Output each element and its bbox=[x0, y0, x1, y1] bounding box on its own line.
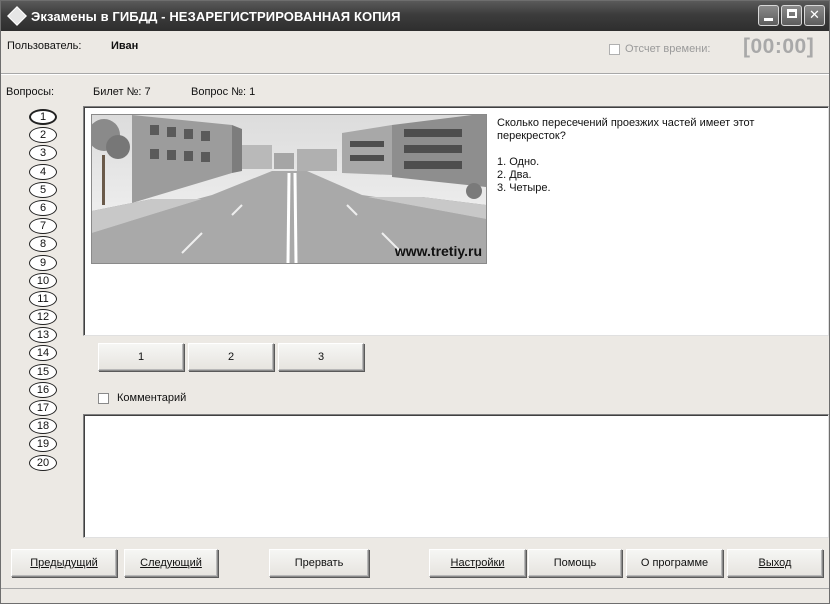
about-button-label: О программе bbox=[640, 557, 709, 569]
question-number-list: 1 2 3 4 5 6 7 8 9 10 11 12 13 14 15 16 17 18 19 20 bbox=[29, 109, 63, 473]
settings-button[interactable]: Настройки bbox=[429, 549, 526, 577]
question-number-button[interactable]: 13 bbox=[29, 327, 57, 344]
answer-button-1[interactable]: 1 bbox=[98, 343, 184, 371]
minimize-icon bbox=[764, 18, 773, 21]
help-button-label: Помощь bbox=[553, 557, 597, 569]
comment-panel bbox=[83, 414, 829, 538]
ticket-number: Билет №: 7 bbox=[93, 86, 151, 98]
maximize-icon bbox=[786, 9, 797, 18]
app-diamond-icon bbox=[7, 6, 27, 26]
question-number-button[interactable]: 4 bbox=[29, 163, 57, 180]
answer-option: 3. Четыре. bbox=[497, 182, 551, 194]
about-button[interactable]: О программе bbox=[626, 549, 723, 577]
question-text-block: Сколько пересечений проезжих частей имее… bbox=[497, 117, 817, 195]
comment-checkbox[interactable]: Комментарий bbox=[98, 392, 186, 404]
question-number-button[interactable]: 12 bbox=[29, 309, 57, 326]
question-number-button[interactable]: 18 bbox=[29, 418, 57, 435]
title-bar[interactable]: Экзамены в ГИБДД - НЕЗАРЕГИСТРИРОВАННАЯ … bbox=[1, 1, 829, 31]
app-window: Экзамены в ГИБДД - НЕЗАРЕГИСТРИРОВАННАЯ … bbox=[0, 0, 830, 604]
question-number-button[interactable]: 14 bbox=[29, 345, 57, 362]
questions-label: Вопросы: bbox=[6, 86, 55, 98]
question-panel: www.tretiy.ru Сколько пересечений проезж… bbox=[83, 106, 829, 336]
question-number-button[interactable]: 3 bbox=[29, 145, 57, 162]
question-number-button[interactable]: 1 bbox=[29, 109, 57, 125]
exit-button-label: Выход bbox=[758, 557, 792, 569]
answer-option: 1. Одно. bbox=[497, 156, 540, 168]
question-number-button[interactable]: 6 bbox=[29, 199, 57, 216]
question-number-button[interactable]: 2 bbox=[29, 127, 57, 144]
prev-button-label: Предыдущий bbox=[30, 557, 98, 569]
intersection-image bbox=[92, 115, 486, 263]
close-icon: ✕ bbox=[809, 8, 820, 23]
answer-option: 2. Два. bbox=[497, 169, 532, 181]
next-button[interactable]: Следующий bbox=[124, 549, 218, 577]
answer-button-2[interactable]: 2 bbox=[188, 343, 274, 371]
user-label: Пользователь: bbox=[7, 40, 82, 52]
user-row: Пользователь: Иван Отсчет времени: [00:0… bbox=[1, 31, 829, 61]
next-button-label: Следующий bbox=[140, 557, 202, 569]
question-number-button[interactable]: 7 bbox=[29, 218, 57, 235]
status-bar bbox=[1, 588, 829, 604]
question-number-button[interactable]: 19 bbox=[29, 436, 57, 453]
comment-checkbox-box[interactable] bbox=[98, 392, 109, 404]
help-button[interactable]: Помощь bbox=[528, 549, 622, 577]
maximize-button[interactable] bbox=[781, 5, 802, 26]
abort-button-label: Прервать bbox=[294, 557, 344, 569]
image-watermark: www.tretiy.ru bbox=[394, 243, 482, 259]
prev-button[interactable]: Предыдущий bbox=[11, 549, 117, 577]
timer-checkbox-label: Отсчет времени: bbox=[625, 43, 711, 55]
answer-button-3[interactable]: 3 bbox=[278, 343, 364, 371]
abort-button[interactable]: Прервать bbox=[269, 549, 369, 577]
comment-label: Комментарий bbox=[117, 392, 187, 404]
timer-display: [00:00] bbox=[743, 35, 815, 58]
minimize-button[interactable] bbox=[758, 5, 779, 26]
close-button[interactable]: ✕ bbox=[804, 5, 825, 26]
question-number-button[interactable]: 17 bbox=[29, 400, 57, 416]
timer-checkbox-box[interactable] bbox=[609, 43, 620, 55]
question-number-button[interactable]: 9 bbox=[29, 254, 57, 271]
question-number: Вопрос №: 1 bbox=[191, 86, 256, 98]
question-number-button[interactable]: 10 bbox=[29, 272, 57, 289]
settings-button-label: Настройки bbox=[450, 557, 505, 569]
question-number-button[interactable]: 16 bbox=[29, 381, 57, 398]
question-number-button[interactable]: 5 bbox=[29, 181, 57, 198]
question-text: Сколько пересечений проезжих частей имее… bbox=[497, 117, 755, 142]
question-number-button[interactable]: 20 bbox=[29, 454, 57, 471]
question-number-button[interactable]: 15 bbox=[29, 363, 57, 380]
question-number-button[interactable]: 11 bbox=[29, 290, 57, 307]
timer-checkbox[interactable]: Отсчет времени: bbox=[609, 43, 710, 55]
question-illustration: www.tretiy.ru bbox=[91, 114, 487, 264]
question-number-button[interactable]: 8 bbox=[29, 236, 57, 253]
answer-options: 1. Одно. 2. Два. 3. Четыре. bbox=[497, 156, 817, 195]
window-title: Экзамены в ГИБДД - НЕЗАРЕГИСТРИРОВАННАЯ … bbox=[31, 8, 401, 24]
exit-button[interactable]: Выход bbox=[727, 549, 823, 577]
user-name: Иван bbox=[111, 40, 139, 52]
window-controls: ✕ bbox=[758, 5, 825, 26]
separator-highlight bbox=[1, 74, 829, 75]
